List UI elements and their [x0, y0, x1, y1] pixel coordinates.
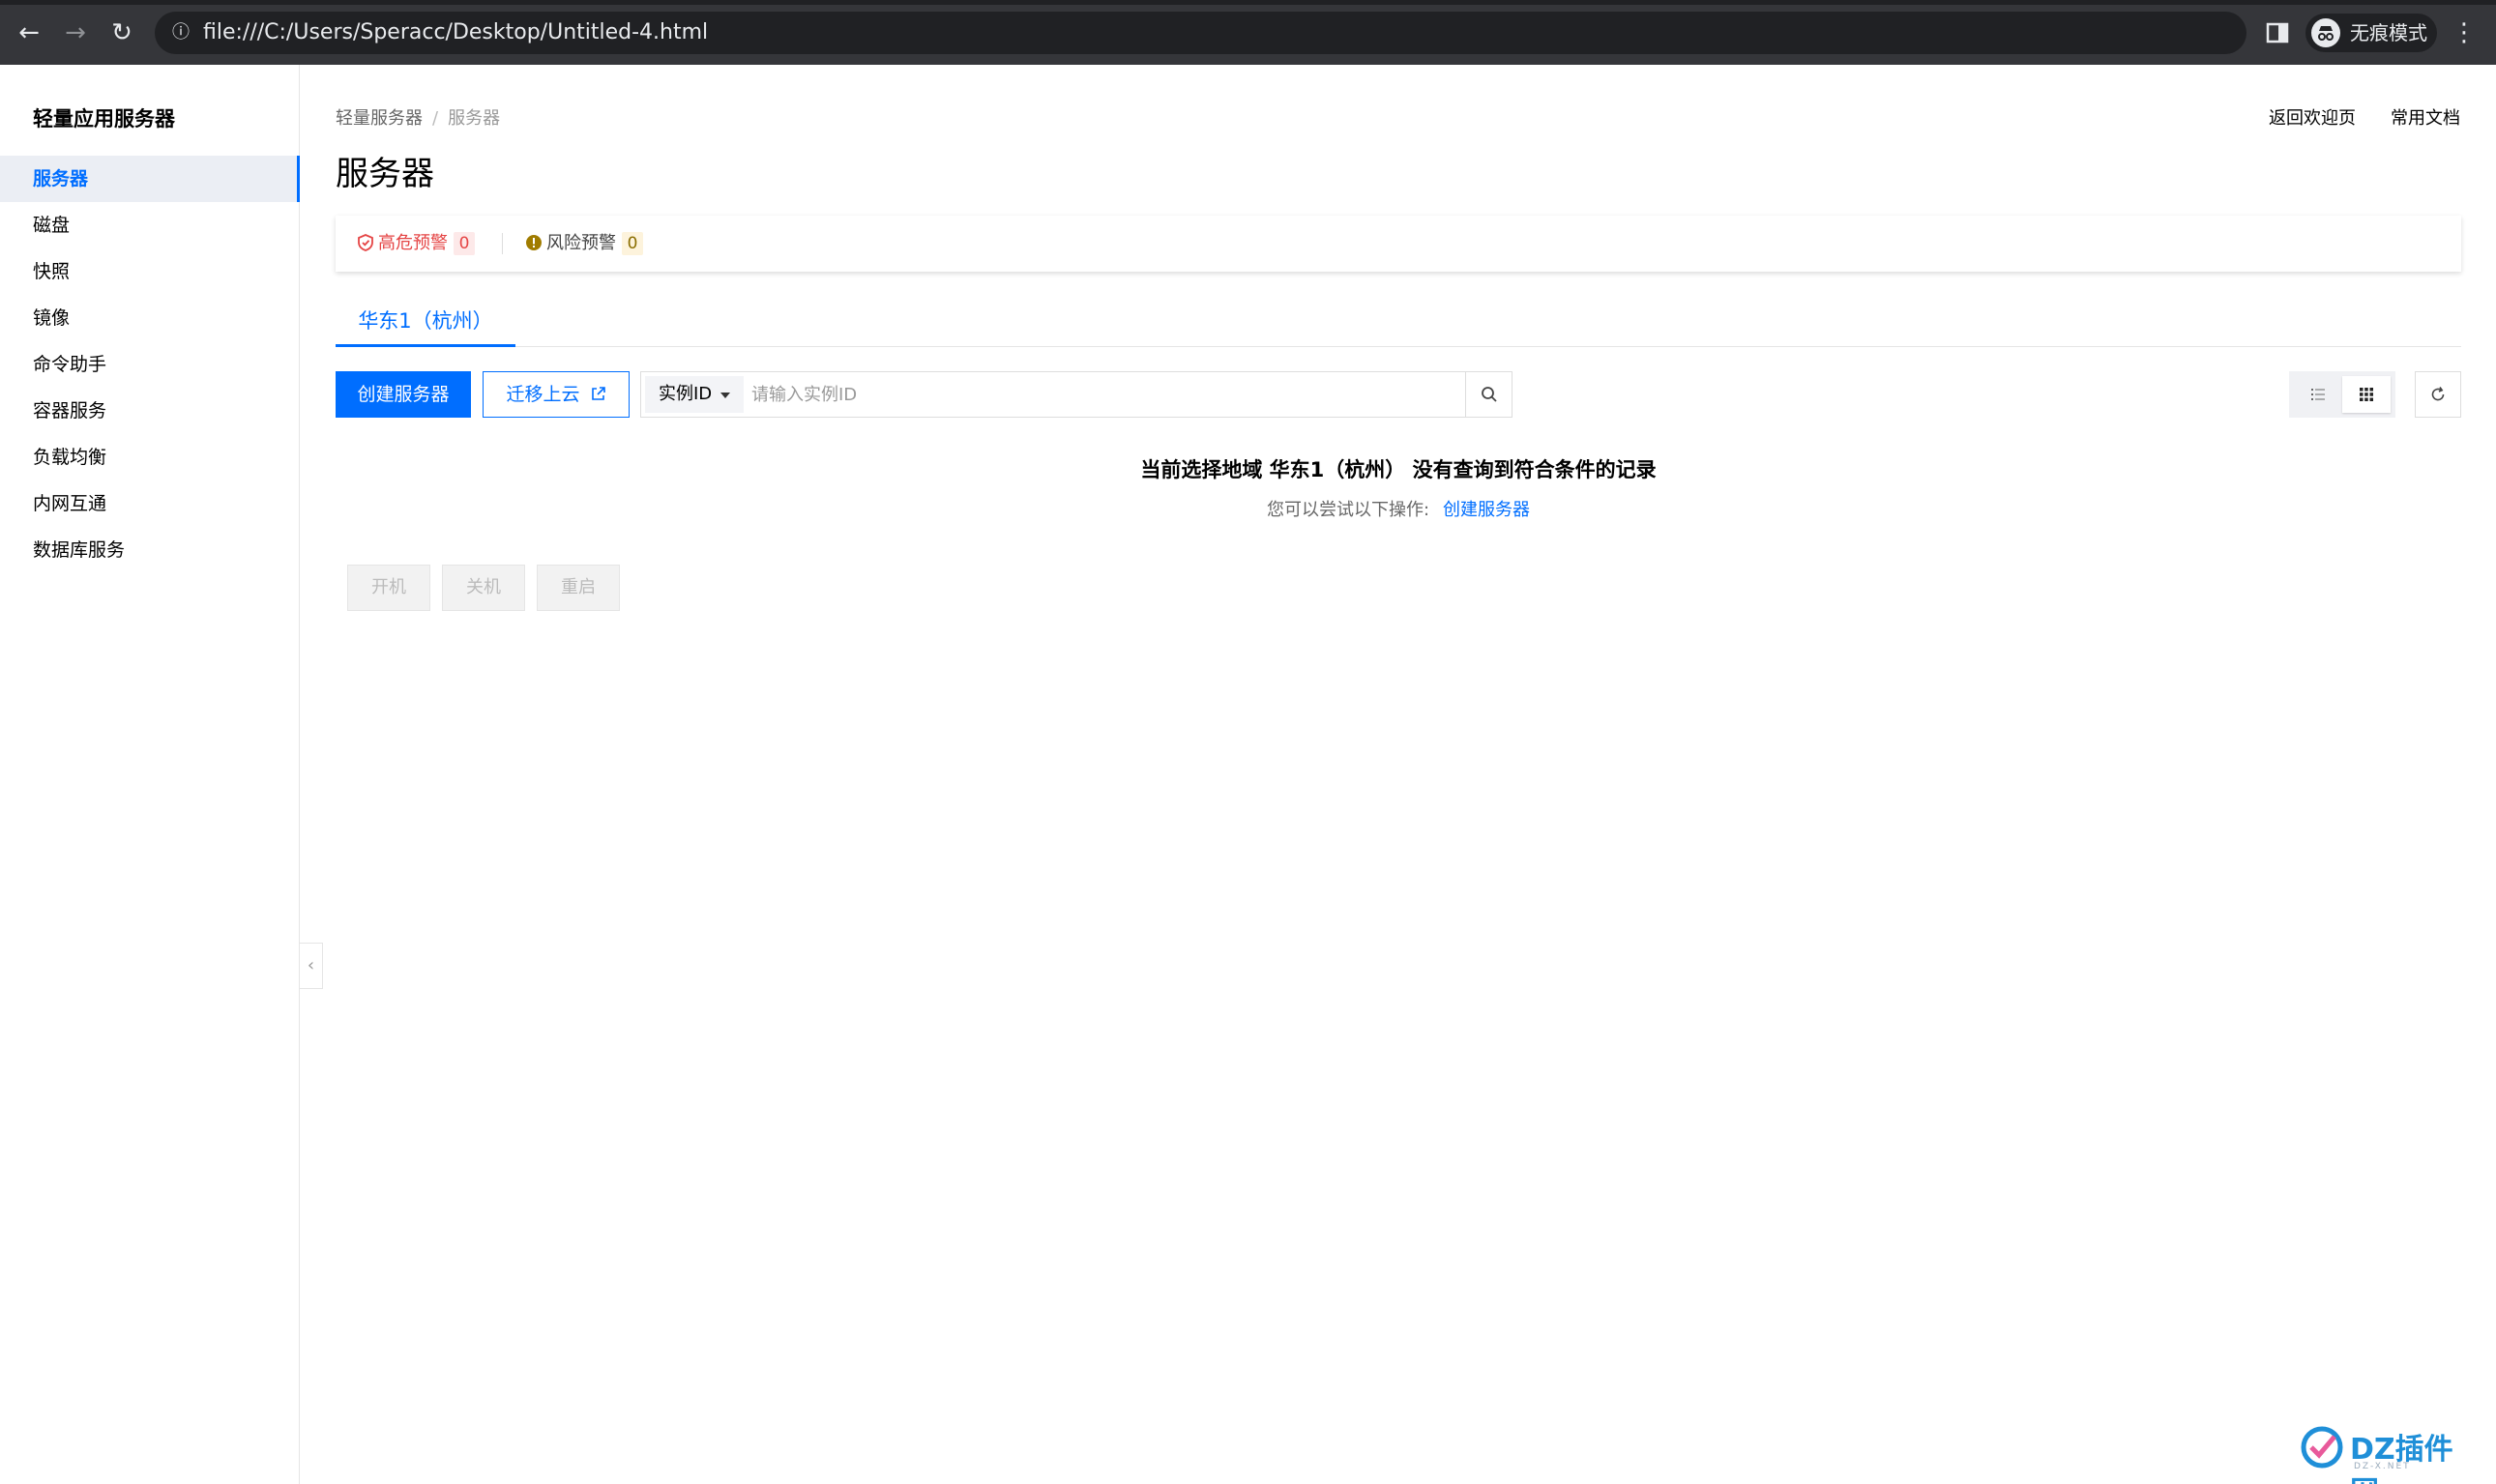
back-to-welcome-link[interactable]: 返回欢迎页	[2269, 104, 2356, 130]
empty-create-server-link[interactable]: 创建服务器	[1443, 500, 1530, 520]
alert-divider	[502, 233, 503, 254]
high-risk-label: 高危预警	[378, 233, 448, 253]
browser-toolbar: ← → ↻ ⓘ file:///C:/Users/Speracc/Desktop…	[0, 0, 2496, 65]
sidebar-item-load-balancing[interactable]: 负载均衡	[0, 434, 300, 480]
migrate-to-cloud-button[interactable]: 迁移上云	[483, 371, 630, 418]
side-panel-icon[interactable]	[2264, 19, 2291, 46]
caret-down-icon	[720, 393, 730, 398]
address-bar[interactable]: ⓘ file:///C:/Users/Speracc/Desktop/Untit…	[155, 12, 2246, 54]
search-field-select[interactable]: 实例ID	[645, 376, 744, 413]
refresh-button[interactable]	[2415, 371, 2461, 418]
sidebar-collapse-chevron-icon[interactable]: ‹	[300, 943, 323, 989]
search-button[interactable]	[1465, 372, 1512, 417]
create-server-button[interactable]: 创建服务器	[336, 371, 471, 418]
sidebar-item-disks[interactable]: 磁盘	[0, 202, 300, 248]
breadcrumb-current: 服务器	[448, 108, 501, 129]
sidebar-item-command-assistant[interactable]: 命令助手	[0, 341, 300, 388]
grid-view-button[interactable]	[2342, 376, 2391, 413]
breadcrumb-parent-link[interactable]: 轻量服务器	[336, 108, 423, 129]
warning-circle-icon	[526, 235, 542, 250]
region-tabs: 华东1（杭州）	[336, 302, 2461, 347]
empty-state-hint-text: 您可以尝试以下操作:	[1266, 500, 1430, 520]
shield-icon	[358, 234, 373, 251]
sidebar-item-container-service[interactable]: 容器服务	[0, 388, 300, 434]
watermark-logo-icon	[2301, 1426, 2343, 1469]
forward-arrow-icon[interactable]: →	[60, 17, 91, 48]
sidebar-item-intranet[interactable]: 内网互通	[0, 480, 300, 527]
search-input[interactable]	[751, 376, 1428, 413]
instance-search: 实例ID	[640, 371, 1512, 418]
empty-state-title: 当前选择地域 华东1（杭州） 没有查询到符合条件的记录	[1140, 458, 1657, 481]
url-text[interactable]: file:///C:/Users/Speracc/Desktop/Untitle…	[203, 12, 708, 54]
reload-icon[interactable]: ↻	[106, 17, 137, 48]
incognito-icon	[2311, 18, 2340, 47]
common-docs-link[interactable]: 常用文档	[2391, 104, 2460, 130]
alert-summary-card: 高危预警 0 风险预警 0	[336, 216, 2461, 272]
incognito-indicator[interactable]: 无痕模式	[2305, 14, 2437, 52]
external-link-icon	[591, 387, 605, 400]
risk-count-badge: 0	[622, 232, 643, 255]
sidebar: 轻量应用服务器 服务器 磁盘 快照 镜像 命令助手 容器服务 负载均衡 内网互通…	[0, 65, 300, 1484]
restart-button[interactable]: 重启	[537, 565, 620, 611]
site-info-icon[interactable]: ⓘ	[170, 22, 191, 44]
sidebar-title: 轻量应用服务器	[33, 107, 175, 131]
watermark-subtext: DZ-X.NET	[2354, 1462, 2411, 1471]
sidebar-item-snapshots[interactable]: 快照	[0, 248, 300, 295]
view-mode-switch	[2289, 371, 2395, 418]
search-icon	[1482, 387, 1497, 402]
list-view-button[interactable]	[2294, 376, 2342, 413]
grid-icon	[2360, 388, 2373, 401]
more-menu-icon[interactable]: ⋮	[2452, 17, 2477, 48]
sidebar-item-images[interactable]: 镜像	[0, 295, 300, 341]
list-icon	[2311, 389, 2325, 400]
watermark: DZ插件网 DZ-X.NET	[2300, 1419, 2474, 1484]
page-title: 服务器	[336, 155, 434, 193]
stop-button[interactable]: 关机	[442, 565, 525, 611]
breadcrumb: 轻量服务器 / 服务器	[336, 104, 500, 130]
sidebar-item-database[interactable]: 数据库服务	[0, 527, 300, 573]
tab-strip	[0, 0, 2496, 5]
back-arrow-icon[interactable]: ←	[14, 17, 44, 48]
risk-alert[interactable]: 风险预警 0	[525, 232, 643, 255]
watermark-text: DZ插件网	[2350, 1433, 2453, 1484]
refresh-icon	[2431, 387, 2445, 401]
search-field-label: 实例ID	[659, 384, 713, 404]
tab-east-china-1-hangzhou[interactable]: 华东1（杭州）	[336, 302, 515, 347]
migrate-label: 迁移上云	[506, 384, 580, 405]
sidebar-item-servers[interactable]: 服务器	[0, 156, 300, 202]
empty-state-hint: 您可以尝试以下操作: 创建服务器	[336, 496, 2461, 521]
incognito-label: 无痕模式	[2350, 21, 2427, 44]
risk-label: 风险预警	[546, 233, 616, 253]
high-risk-count-badge: 0	[454, 232, 475, 255]
start-button[interactable]: 开机	[347, 565, 430, 611]
breadcrumb-separator: /	[432, 108, 439, 129]
high-risk-alert[interactable]: 高危预警 0	[357, 232, 475, 255]
